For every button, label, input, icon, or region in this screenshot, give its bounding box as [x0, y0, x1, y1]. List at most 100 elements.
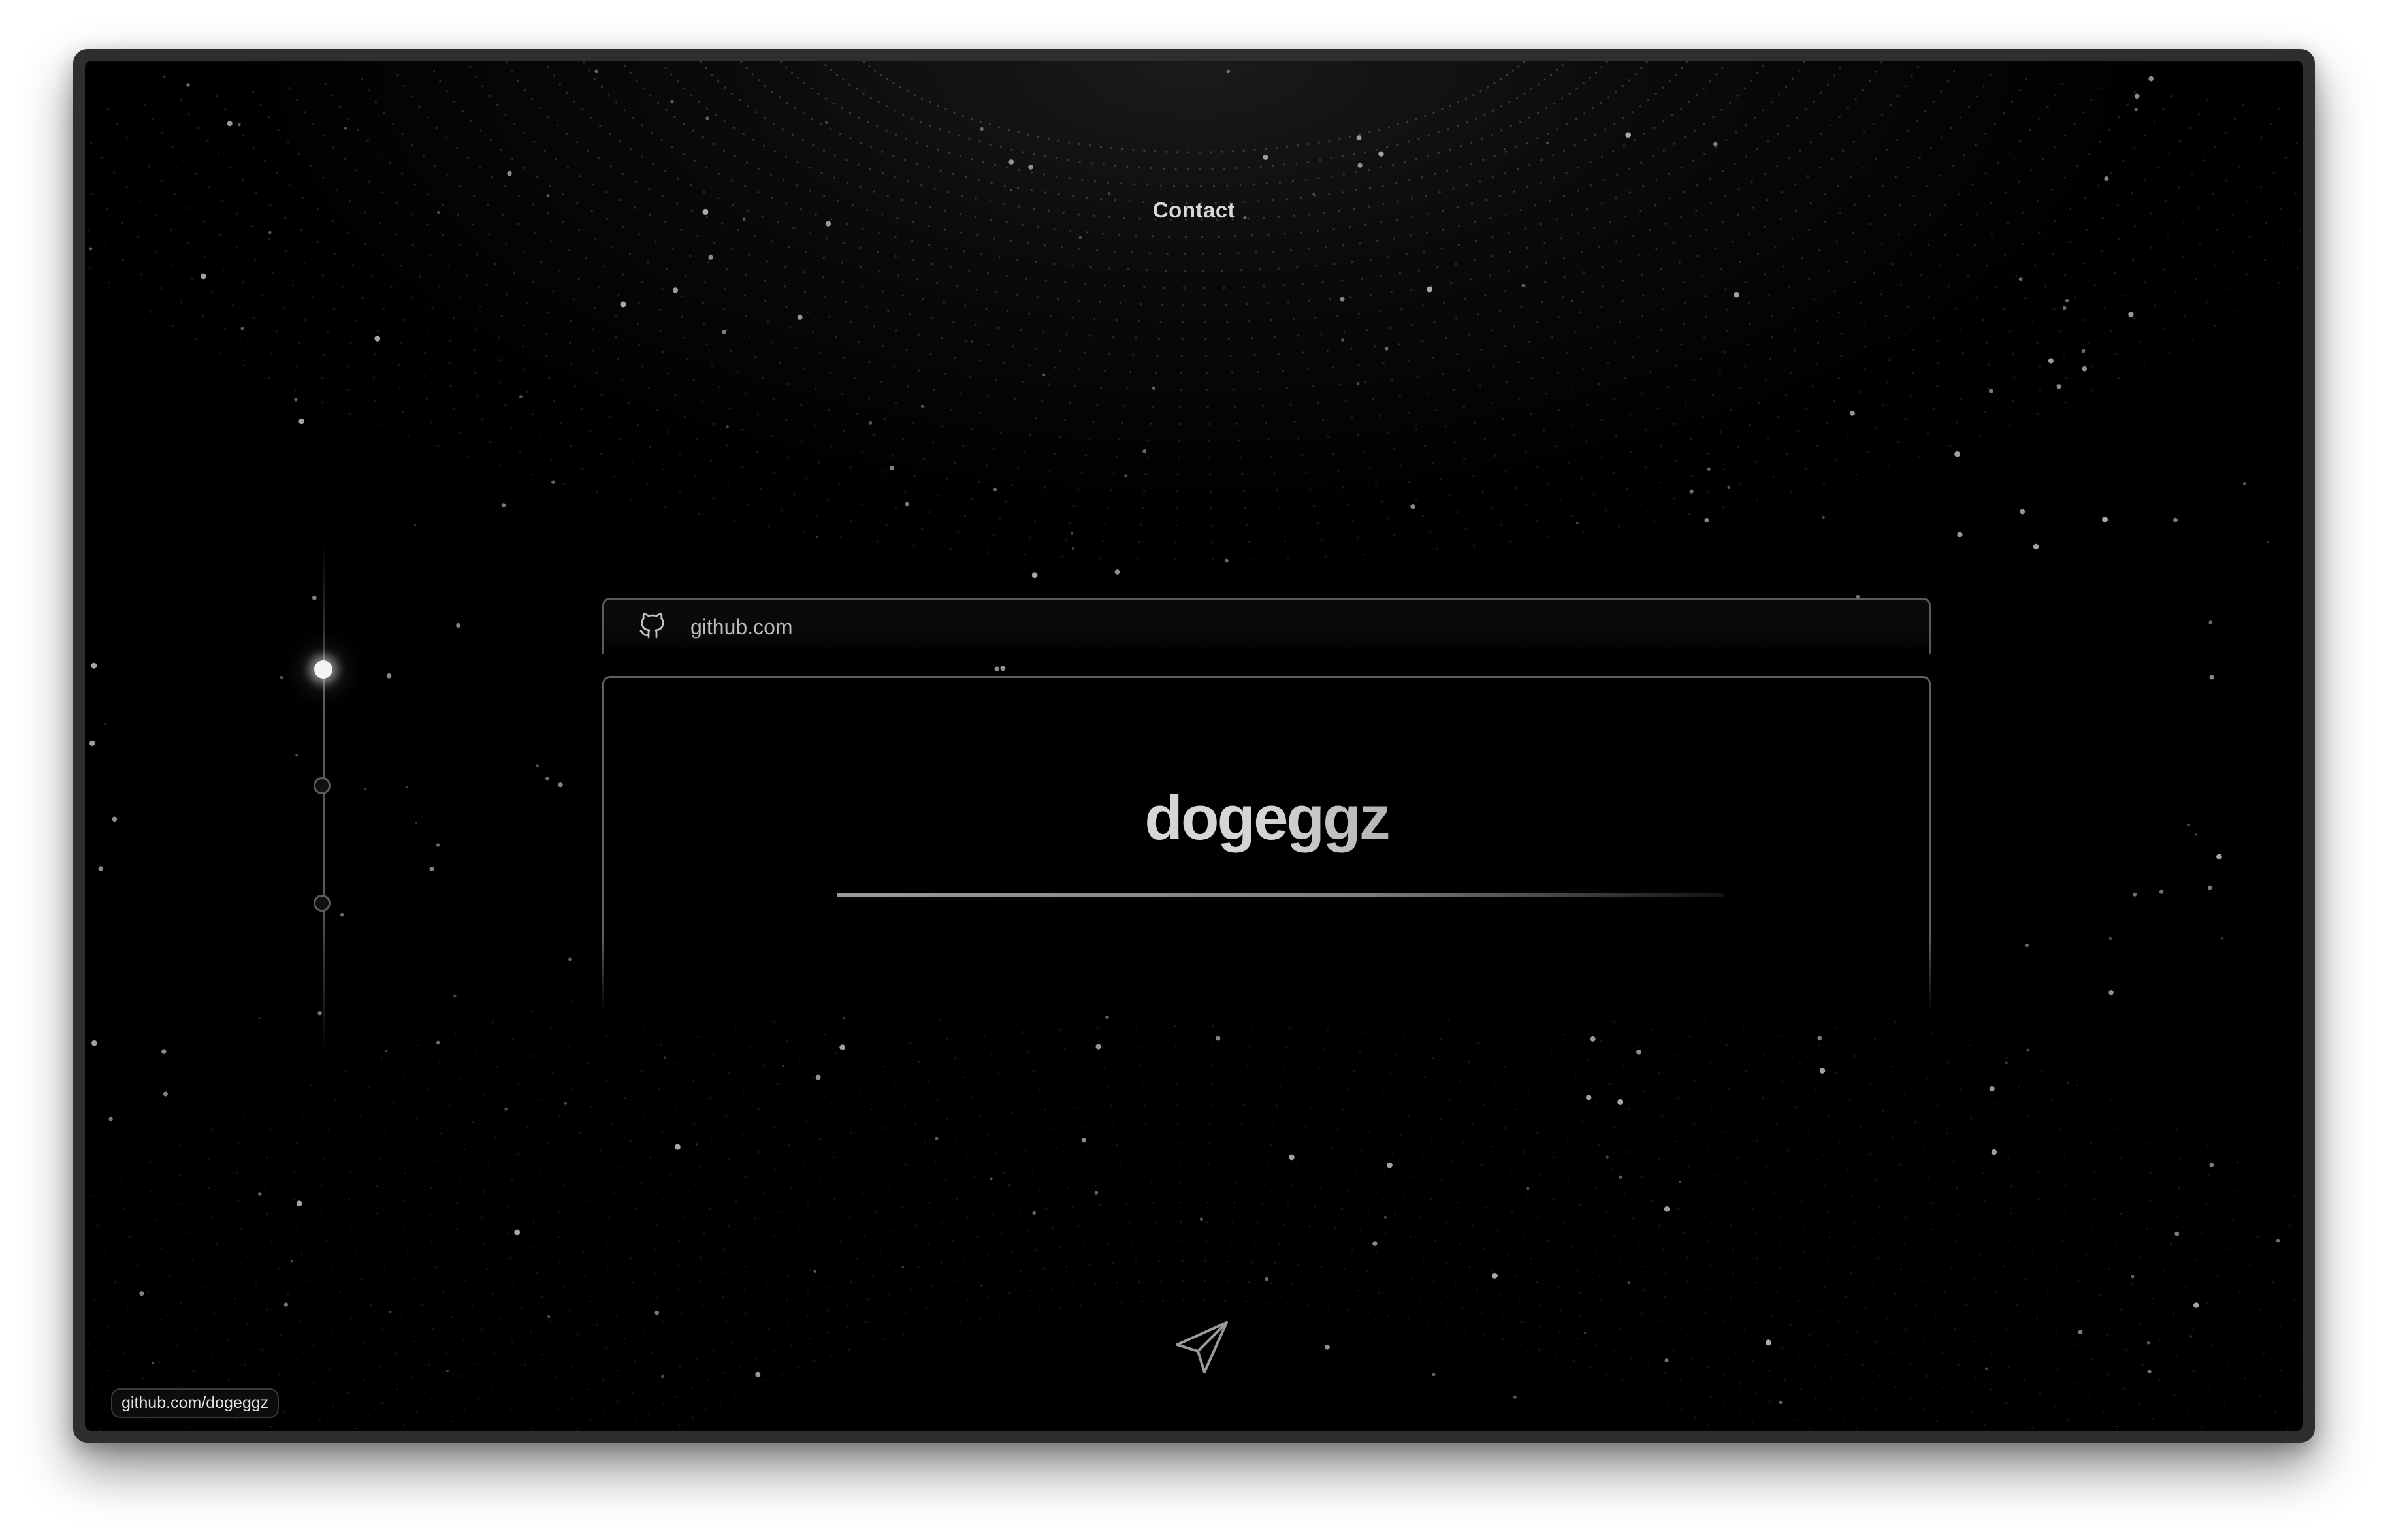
grid-dot: [1110, 147, 1113, 150]
grid-dot: [1014, 398, 1016, 400]
star: [1124, 474, 1128, 478]
grid-dot: [1083, 1244, 1086, 1247]
grid-dot: [1685, 1304, 1687, 1306]
grid-dot: [1059, 1246, 1061, 1249]
grid-dot: [1324, 555, 1327, 558]
star: [374, 335, 381, 342]
grid-dot: [344, 157, 346, 161]
grid-dot: [550, 459, 553, 462]
grid-dot: [918, 369, 921, 372]
grid-dot: [413, 183, 416, 185]
paper-plane-icon[interactable]: [1169, 1315, 1234, 1380]
grid-dot: [270, 1240, 273, 1243]
grid-dot: [1537, 1216, 1540, 1219]
grid-dot: [1869, 1153, 1871, 1155]
grid-dot: [1421, 1156, 1424, 1159]
timeline-dot-1[interactable]: [314, 660, 332, 679]
grid-dot: [954, 1057, 956, 1059]
grid-dot: [121, 259, 124, 261]
grid-dot: [640, 155, 643, 158]
grid-dot: [1150, 422, 1152, 425]
grid-dot: [1078, 248, 1081, 250]
grid-dot: [1357, 1289, 1359, 1292]
grid-dot: [905, 137, 908, 140]
grid-dot: [1143, 150, 1146, 152]
grid-dot: [193, 1370, 195, 1372]
timeline-dot-2[interactable]: [314, 777, 331, 794]
username[interactable]: dogeggz: [604, 782, 1929, 854]
grid-dot: [1655, 1342, 1658, 1345]
grid-dot: [497, 359, 500, 361]
grid-dot: [880, 381, 883, 384]
grid-dot: [1875, 1341, 1877, 1343]
grid-dot: [532, 1055, 534, 1057]
grid-dot: [2272, 1281, 2274, 1283]
grid-dot: [1500, 78, 1502, 80]
grid-dot: [649, 1157, 652, 1159]
contact-site-header[interactable]: github.com: [602, 598, 1931, 654]
timeline-dot-3[interactable]: [314, 895, 331, 912]
grid-dot: [2063, 1156, 2066, 1159]
star: [2033, 543, 2039, 550]
grid-dot: [353, 1143, 355, 1145]
grid-dot: [2003, 308, 2006, 310]
grid-dot: [2178, 1158, 2180, 1161]
grid-dot: [2213, 264, 2216, 266]
grid-dot: [1561, 296, 1564, 298]
grid-dot: [1483, 1247, 1485, 1250]
grid-dot: [531, 98, 534, 101]
grid-dot: [1994, 122, 1997, 125]
grid-dot: [1242, 1104, 1245, 1106]
star: [227, 121, 233, 127]
grid-dot: [976, 1236, 979, 1238]
grid-dot: [964, 340, 967, 343]
grid-dot: [458, 1175, 460, 1178]
grid-dot: [1637, 1386, 1639, 1388]
grid-dot: [867, 1298, 869, 1300]
grid-dot: [1513, 325, 1515, 328]
grid-dot: [1367, 1210, 1370, 1213]
grid-dot: [1504, 1127, 1506, 1129]
grid-dot: [675, 1105, 678, 1108]
grid-dot: [764, 280, 767, 282]
grid-dot: [449, 385, 452, 387]
grid-dot: [1245, 1300, 1247, 1303]
grid-dot: [1234, 235, 1237, 238]
grid-dot: [1162, 167, 1165, 170]
star: [1216, 1036, 1221, 1041]
grid-dot: [1376, 240, 1378, 242]
grid-dot: [1922, 1279, 1925, 1282]
grid-dot: [705, 344, 708, 346]
grid-dot: [1754, 1281, 1756, 1284]
grid-dot: [1550, 74, 1553, 76]
grid-dot: [1420, 1298, 1422, 1301]
grid-dot: [1911, 1049, 1913, 1051]
grid-dot: [1793, 349, 1796, 352]
grid-dot: [1415, 1095, 1418, 1098]
grid-dot: [1018, 1311, 1021, 1313]
grid-dot: [1484, 1206, 1487, 1209]
grid-dot: [1047, 383, 1050, 386]
grid-dot: [826, 498, 829, 501]
grid-dot: [1530, 88, 1533, 90]
grid-dot: [703, 281, 706, 284]
grid-dot: [1764, 273, 1766, 276]
grid-dot: [398, 364, 400, 366]
grid-dot: [1456, 353, 1459, 355]
grid-dot: [1548, 1114, 1551, 1116]
grid-dot: [493, 1352, 496, 1355]
grid-dot: [592, 183, 594, 185]
grid-dot: [1747, 344, 1750, 346]
grid-dot: [755, 1357, 758, 1360]
section-title-contact[interactable]: Contact: [85, 198, 2303, 223]
grid-dot: [784, 265, 787, 268]
grid-dot: [1259, 268, 1261, 271]
contact-card[interactable]: dogeggz: [602, 676, 1931, 1016]
grid-dot: [1359, 133, 1361, 136]
grid-dot: [1952, 165, 1954, 167]
grid-dot: [1349, 296, 1352, 298]
grid-dot: [905, 1311, 907, 1313]
star: [296, 1200, 302, 1206]
grid-dot: [475, 1049, 477, 1051]
grid-dot: [1660, 1115, 1663, 1117]
